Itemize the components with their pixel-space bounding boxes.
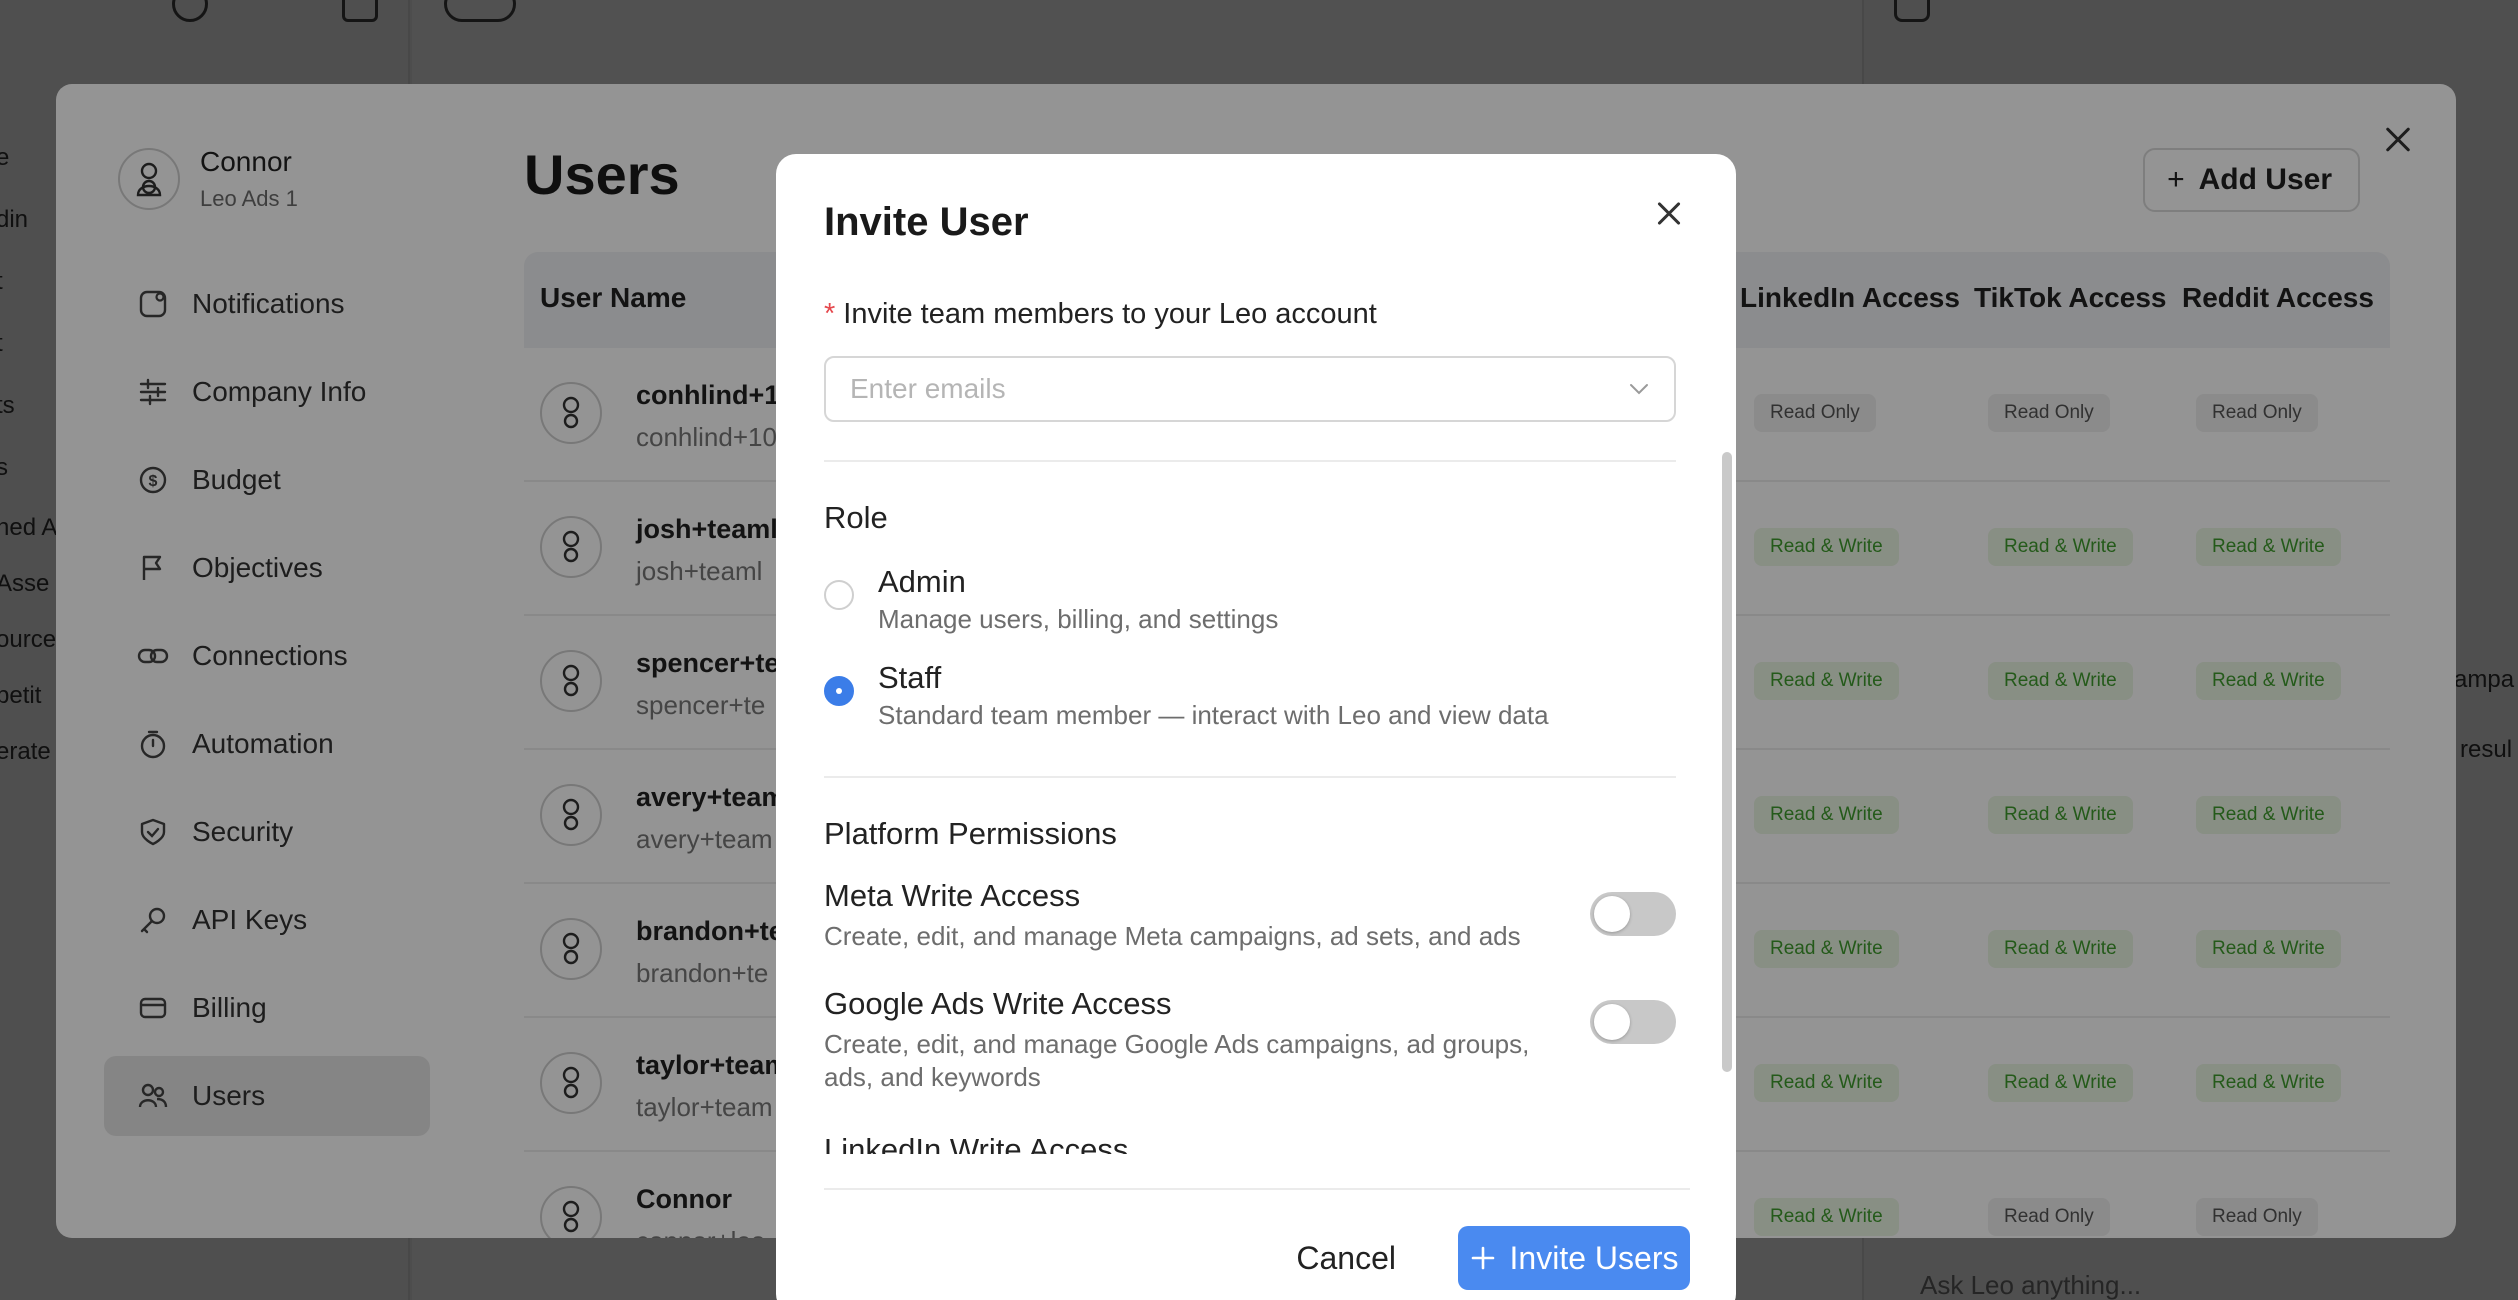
modal-scrollbar[interactable] [1722, 452, 1732, 1072]
role-option-staff[interactable]: Staff Standard team member — interact wi… [824, 660, 1549, 731]
email-input[interactable] [850, 373, 1610, 405]
role-option-admin[interactable]: Admin Manage users, billing, and setting… [824, 564, 1278, 635]
permission-google-title: Google Ads Write Access [824, 986, 1172, 1021]
permission-meta: Meta Write Access Create, edit, and mana… [824, 878, 1676, 953]
chevron-down-icon [1630, 384, 1648, 395]
role-admin-title: Admin [878, 564, 966, 599]
permission-google-desc: Create, edit, and manage Google Ads camp… [824, 1029, 1530, 1092]
role-admin-desc: Manage users, billing, and settings [878, 604, 1279, 634]
modal-title: Invite User [824, 200, 1029, 244]
permission-meta-title: Meta Write Access [824, 878, 1081, 913]
role-title: Role [824, 500, 888, 535]
invite-label-text: Invite team members to your Leo account [843, 298, 1377, 330]
plus-icon [1471, 1246, 1494, 1270]
close-icon[interactable] [1650, 194, 1690, 234]
role-staff-desc: Standard team member — interact with Leo… [878, 700, 1549, 730]
divider [824, 460, 1676, 462]
invite-user-modal: Invite User * Invite team members to your… [776, 154, 1736, 1300]
permissions-title: Platform Permissions [824, 816, 1117, 851]
permission-google-ads: Google Ads Write Access Create, edit, an… [824, 986, 1676, 1093]
permission-meta-desc: Create, edit, and manage Meta campaigns,… [824, 921, 1521, 951]
role-staff-title: Staff [878, 660, 942, 695]
required-marker: * [824, 298, 836, 330]
radio-staff[interactable] [824, 676, 854, 706]
email-select[interactable] [824, 356, 1676, 422]
divider [824, 776, 1676, 778]
modal-body: * Invite team members to your Leo account… [824, 294, 1676, 1154]
permission-linkedin: LinkedIn Write Access [824, 1132, 1676, 1154]
modal-footer: Cancel Invite Users [824, 1188, 1690, 1300]
meta-write-toggle[interactable] [1590, 892, 1676, 936]
radio-admin[interactable] [824, 580, 854, 610]
permission-linkedin-title: LinkedIn Write Access [824, 1132, 1129, 1154]
cancel-button[interactable]: Cancel [1276, 1226, 1416, 1290]
invite-label: * Invite team members to your Leo account [824, 298, 1377, 331]
invite-users-label: Invite Users [1509, 1239, 1679, 1276]
invite-users-button[interactable]: Invite Users [1458, 1226, 1690, 1290]
google-ads-write-toggle[interactable] [1590, 1000, 1676, 1044]
